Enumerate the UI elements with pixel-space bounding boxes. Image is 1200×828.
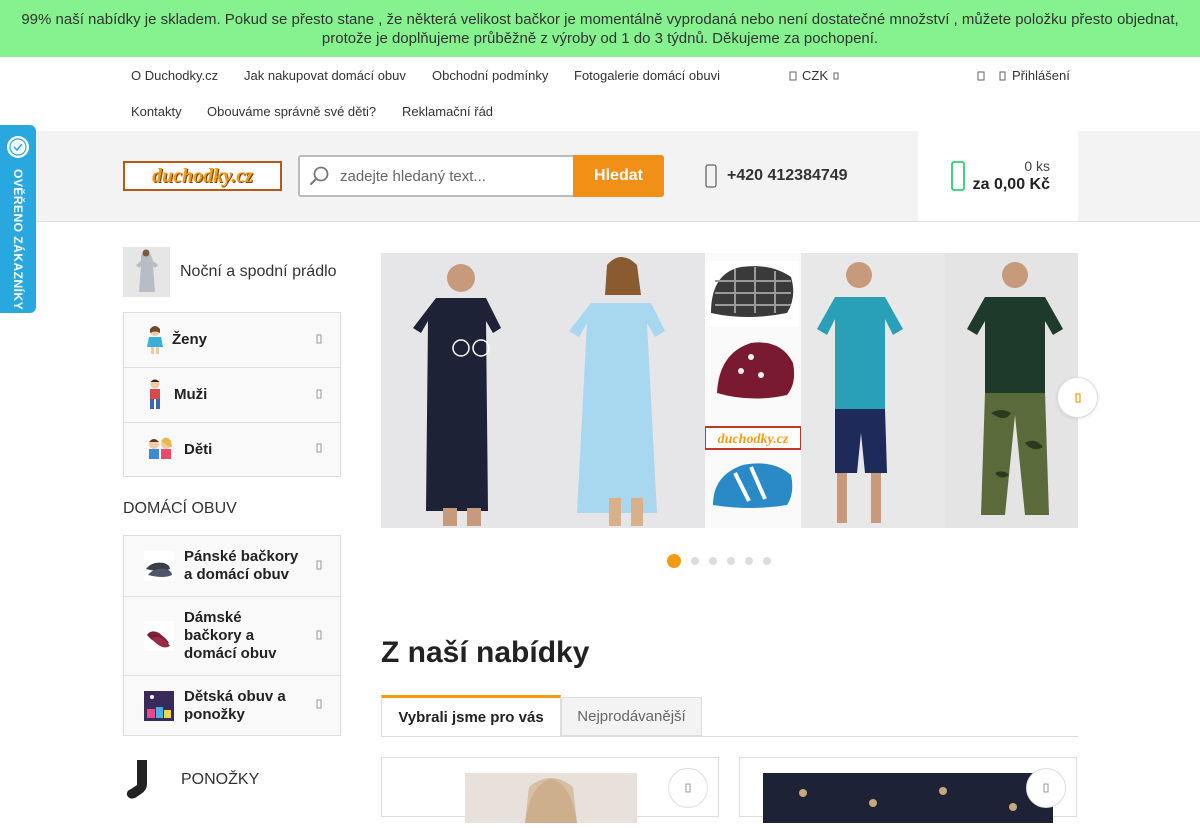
carousel-dot[interactable] xyxy=(727,557,735,565)
category-item-kids[interactable]: Děti xyxy=(124,423,340,476)
category-socks[interactable]: PONOŽKY xyxy=(123,760,259,800)
chevron-right-icon xyxy=(316,334,322,347)
womens-slippers-image xyxy=(144,621,174,651)
product-tabs: Vybrali jsme pro vás Nejprodávanější xyxy=(381,695,702,736)
flag-icon xyxy=(789,71,797,80)
carousel-next-button[interactable] xyxy=(1057,377,1098,418)
woman-icon xyxy=(147,326,163,354)
search-input[interactable] xyxy=(340,167,560,185)
banner-nightwear-photo xyxy=(381,253,705,528)
shoes-label: Pánské bačkory a domácí obuv xyxy=(184,548,299,583)
shoes-item-kids[interactable]: Dětská obuv a ponožky xyxy=(124,676,340,735)
shoes-item-men[interactable]: Pánské bačkory a domácí obuv xyxy=(124,536,340,597)
cart-count: 0 ks xyxy=(1024,158,1050,174)
heart-icon xyxy=(685,783,691,793)
heart-icon xyxy=(1043,783,1049,793)
nav-link-contacts[interactable]: Kontakty xyxy=(131,104,182,119)
nav-link-how-to-buy[interactable]: Jak nakupovat domácí obuv xyxy=(244,68,406,83)
add-to-wishlist-button[interactable] xyxy=(1026,768,1066,808)
badge-text: OVĚŘENO ZÁKAZNÍKY xyxy=(11,169,25,311)
nav-link-complaints[interactable]: Reklamační řád xyxy=(402,104,493,119)
heart-icon[interactable] xyxy=(977,68,985,86)
promo-banner-carousel[interactable]: duchodky.cz xyxy=(381,253,1078,528)
mens-slippers-image xyxy=(144,551,174,581)
chevron-right-icon xyxy=(316,560,322,573)
verified-customers-badge[interactable]: OVĚŘENO ZÁKAZNÍKY xyxy=(0,125,36,313)
notice-line-2: protože je doplňujeme průběžně z výroby … xyxy=(321,30,879,47)
chevron-right-icon xyxy=(1074,392,1081,403)
phone-icon xyxy=(705,164,717,188)
category-title: Noční a spodní prádlo xyxy=(180,263,337,280)
top-navigation: O Duchodky.cz Jak nakupovat domácí obuv … xyxy=(0,57,1200,131)
search-box xyxy=(298,155,574,197)
site-header: duchodky.cz Hledat +420 412384749 0 ks z… xyxy=(0,131,1200,222)
tab-recommended[interactable]: Vybrali jsme pro vás xyxy=(381,695,561,736)
section-title-home-shoes: DOMÁCÍ OBUV xyxy=(123,500,237,517)
verified-seal-icon xyxy=(7,136,29,158)
tab-bestsellers[interactable]: Nejprodávanější xyxy=(561,697,702,736)
phone-number: +420 412384749 xyxy=(727,167,848,184)
product-card[interactable] xyxy=(739,757,1077,823)
category-label: Děti xyxy=(184,440,213,458)
chevron-right-icon xyxy=(316,630,322,643)
product-image xyxy=(465,773,637,823)
site-logo[interactable]: duchodky.cz xyxy=(123,161,282,191)
carousel-dot[interactable] xyxy=(745,557,753,565)
product-image xyxy=(763,773,1053,823)
user-icon xyxy=(999,71,1006,80)
shoes-label: Dětská obuv a ponožky xyxy=(184,687,286,723)
kids-icon xyxy=(149,437,172,459)
currency-label: CZK xyxy=(802,68,828,83)
stock-notice-bar: 99% naší nabídky je skladem. Pokud se př… xyxy=(0,0,1200,57)
chevron-right-icon xyxy=(316,389,322,402)
nav-link-terms[interactable]: Obchodní podmínky xyxy=(432,68,548,83)
currency-selector[interactable]: CZK xyxy=(789,68,839,83)
carousel-dot[interactable] xyxy=(709,557,717,565)
chevron-right-icon xyxy=(316,699,322,712)
login-label: Přihlášení xyxy=(1012,68,1070,83)
login-link[interactable]: Přihlášení xyxy=(999,68,1070,83)
chevron-right-icon xyxy=(316,443,322,456)
section-heading: Z naší nabídky xyxy=(381,636,590,669)
nightwear-image xyxy=(123,247,170,297)
shoes-label: Dámské bačkory a domácí obuv xyxy=(184,609,277,662)
cart-summary[interactable]: 0 ks za 0,00 Kč xyxy=(918,131,1078,221)
add-to-wishlist-button[interactable] xyxy=(668,768,708,808)
category-label: Muži xyxy=(174,386,208,403)
carousel-dot[interactable] xyxy=(691,557,699,565)
banner-mens-pajama-photo xyxy=(801,253,945,528)
cart-icon xyxy=(950,161,965,191)
notice-line-1: 99% naší nabídky je skladem. Pokud se př… xyxy=(21,11,1179,28)
search-icon xyxy=(300,157,340,195)
category-label: Ženy xyxy=(172,331,208,348)
socks-label: PONOŽKY xyxy=(181,771,260,788)
carousel-dot[interactable] xyxy=(667,554,681,568)
banner-logo-text: duchodky.cz xyxy=(718,432,789,447)
tabs-divider xyxy=(381,736,1078,737)
man-icon xyxy=(150,379,160,409)
socks-image xyxy=(126,760,147,799)
kids-shoes-image xyxy=(144,690,174,721)
cart-total: za 0,00 Kč xyxy=(972,176,1050,193)
shoes-category-list: Pánské bačkory a domácí obuv Dámské bačk… xyxy=(123,535,341,736)
phone-contact[interactable]: +420 412384749 xyxy=(705,164,848,188)
search-button[interactable]: Hledat xyxy=(573,155,664,197)
product-card[interactable] xyxy=(381,757,719,823)
logo-text: duchodky.cz xyxy=(152,164,253,187)
shoes-item-women[interactable]: Dámské bačkory a domácí obuv xyxy=(124,597,340,676)
category-item-men[interactable]: Muži xyxy=(124,368,340,423)
category-nightwear-head[interactable]: Noční a spodní prádlo xyxy=(123,247,337,297)
banner-slippers-photo: duchodky.cz xyxy=(705,253,801,528)
nav-link-kids-shoes[interactable]: Obouváme správně své děti? xyxy=(207,104,376,119)
chevron-down-icon xyxy=(833,72,839,79)
nav-link-about[interactable]: O Duchodky.cz xyxy=(131,68,218,83)
carousel-pagination xyxy=(667,554,771,568)
category-list: Ženy Muži Děti xyxy=(123,312,341,477)
category-item-women[interactable]: Ženy xyxy=(124,313,340,368)
nav-link-gallery[interactable]: Fotogalerie domácí obuvi xyxy=(574,68,720,83)
carousel-dot[interactable] xyxy=(763,557,771,565)
